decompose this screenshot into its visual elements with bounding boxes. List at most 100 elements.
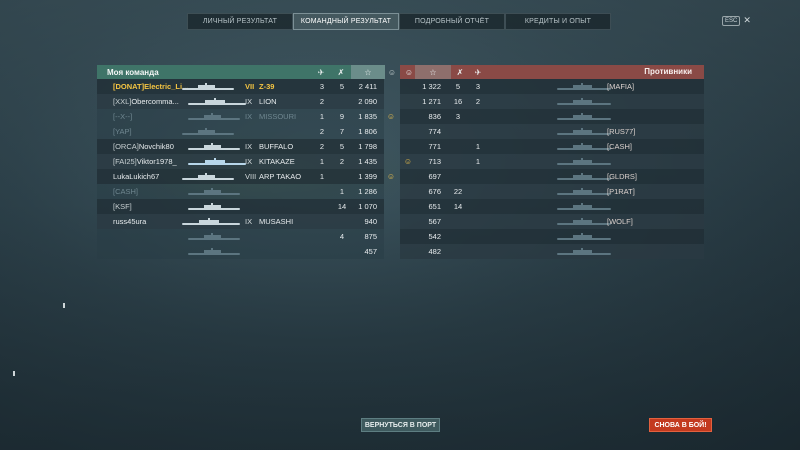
ship-icon-mast [211, 248, 214, 253]
player-name[interactable]: [XXL]Obercomma... [113, 94, 193, 109]
table-row[interactable]: [XXL]Obercomma... IX LION 2 2 090 1 271 16 2 [97, 94, 704, 109]
table-row[interactable]: [FAI25]Viktor1978_ IX KITAKAZE 1 2 1 435 ☺ 713 1 [97, 154, 704, 169]
player-name[interactable]: [YAP] [113, 124, 193, 139]
planes-destroyed: 1 [319, 157, 325, 166]
enemy-clan[interactable]: [P1RAT] [607, 184, 667, 199]
ship-silhouette [182, 229, 242, 244]
base-experience: 457 [364, 247, 377, 256]
planes-destroyed: 3 [319, 82, 325, 91]
enemy-clan[interactable] [607, 94, 667, 109]
base-experience: 1 835 [358, 112, 377, 121]
enemy-experience: 1 322 [422, 82, 441, 91]
enemy-planes-destroyed: 1 [475, 157, 481, 166]
player-rows: [DONAT]Electric_Li... VII Z-39 3 5 2 411 1 322… [97, 79, 704, 259]
ship-icon-hull [182, 223, 240, 225]
table-row[interactable]: [DONAT]Electric_Li... VII Z-39 3 5 2 411 1 322… [97, 79, 704, 94]
player-name[interactable]: [FAI25]Viktor1978_ [113, 154, 193, 169]
ship-name [259, 124, 314, 139]
enemy-ships-destroyed [452, 154, 464, 169]
enemy-clan[interactable] [607, 229, 667, 244]
player-name[interactable]: [KSF] [113, 199, 193, 214]
ship-icon-mast [581, 233, 584, 238]
base-experience: 2 411 [358, 82, 377, 91]
crossed-swords-icon: ✗ [456, 67, 464, 77]
player-clan: [XXL] [113, 97, 132, 106]
ship-icon-mast [211, 233, 214, 238]
planes-destroyed [316, 214, 328, 229]
ship-icon-mast [211, 188, 214, 193]
tab-detailed-report[interactable]: ПОДРОБНЫЙ ОТЧЁТ [399, 13, 505, 30]
enemy-clan[interactable] [607, 199, 667, 214]
table-row[interactable]: [ORCA]Novchik80 IX BUFFALO 2 5 1 798 771 1 [CASH… [97, 139, 704, 154]
ship-icon-mast [214, 158, 217, 163]
player-name[interactable] [113, 244, 193, 259]
smiley-icon [386, 154, 396, 169]
table-row[interactable]: [YAP] 2 7 1 806 774 [RUS77] [97, 124, 704, 139]
ship-name: MUSASHI [259, 217, 294, 226]
ship-name [259, 229, 314, 244]
ship-icon-mast [581, 143, 584, 148]
table-row[interactable]: 457 482 [97, 244, 704, 259]
smiley-icon [386, 214, 396, 229]
ship-icon-mast [208, 218, 211, 223]
enemy-experience: 567 [428, 217, 441, 226]
tab-credits-experience[interactable]: КРЕДИТЫ И ОПЫТ [505, 13, 611, 30]
esc-close-button[interactable]: ESC ✕ [722, 15, 751, 26]
planes-destroyed: 2 [319, 97, 325, 106]
base-experience: 940 [364, 217, 377, 226]
ship-silhouette [182, 109, 242, 124]
enemy-clan[interactable]: [RUS77] [607, 124, 667, 139]
player-name[interactable]: [DONAT]Electric_Li... [113, 79, 193, 94]
table-row[interactable]: [--X--] IX MISSOURI 1 9 1 835 ☺ 836 3 [97, 109, 704, 124]
ship-icon-hull [188, 253, 240, 255]
ship-icon [188, 203, 240, 210]
enemy-experience: 774 [428, 127, 441, 136]
ship-tier: VII [245, 82, 255, 91]
player-clan: [YAP] [113, 127, 132, 136]
ship-tier: IX [245, 217, 253, 226]
player-name[interactable]: [ORCA]Novchik80 [113, 139, 193, 154]
tab-personal-result[interactable]: ЛИЧНЫЙ РЕЗУЛЬТАТ [187, 13, 293, 30]
enemy-ships-destroyed [452, 139, 464, 154]
ship-icon-hull [188, 163, 246, 165]
player-name[interactable]: [CASH] [113, 184, 193, 199]
ship-icon-hull [188, 193, 240, 195]
ship-icon-hull [557, 148, 611, 150]
player-name[interactable] [113, 229, 193, 244]
table-row[interactable]: 4 875 542 [97, 229, 704, 244]
ship-icon-mast [211, 113, 214, 118]
return-to-port-button[interactable]: ВЕРНУТЬСЯ В ПОРТ [361, 418, 440, 432]
tab-team-result[interactable]: КОМАНДНЫЙ РЕЗУЛЬТАТ [293, 13, 399, 30]
ship-name: BUFFALO [259, 142, 294, 151]
ship-icon-hull [557, 103, 611, 105]
enemy-planes-destroyed: 2 [475, 97, 481, 106]
ship-tier [245, 124, 257, 139]
enemy-clan[interactable] [607, 244, 667, 259]
ships-destroyed: 1 [339, 187, 345, 196]
table-row[interactable]: [KSF] 14 1 070 651 14 [97, 199, 704, 214]
ship-icon-hull [182, 88, 234, 90]
player-name[interactable]: russ45ura [113, 214, 193, 229]
enemy-clan[interactable]: [GLDRS] [607, 169, 667, 184]
battle-again-button[interactable]: СНОВА В БОЙ! [649, 418, 712, 432]
ship-icon-hull [557, 118, 611, 120]
enemy-clan[interactable]: [CASH] [607, 139, 667, 154]
player-name[interactable]: LukaLukich67 [113, 169, 193, 184]
enemy-ships-destroyed: 14 [453, 202, 463, 211]
enemy-ships-destroyed [452, 169, 464, 184]
player-name[interactable]: [--X--] [113, 109, 193, 124]
enemy-clan[interactable]: [WOLF] [607, 214, 667, 229]
table-row[interactable]: [CASH] 1 1 286 676 22 [P1RAT] [97, 184, 704, 199]
enemy-ships-destroyed: 16 [453, 97, 463, 106]
table-row[interactable]: LukaLukich67 VIII ARP TAKAO 1 1 399 ☺ 697 [GLDR… [97, 169, 704, 184]
enemy-planes-destroyed [472, 199, 484, 214]
player-clan: [FAI25] [113, 157, 137, 166]
ship-icon-mast [205, 128, 208, 133]
enemy-clan[interactable]: [MAFIA] [607, 79, 667, 94]
ship-icon-mast [581, 248, 584, 253]
enemy-clan[interactable] [607, 154, 667, 169]
table-row[interactable]: russ45ura IX MUSASHI 940 567 [WOLF] [97, 214, 704, 229]
base-experience: 1 399 [358, 172, 377, 181]
enemy-clan[interactable] [607, 109, 667, 124]
result-tabs: ЛИЧНЫЙ РЕЗУЛЬТАТ КОМАНДНЫЙ РЕЗУЛЬТАТ ПОД… [187, 13, 611, 30]
